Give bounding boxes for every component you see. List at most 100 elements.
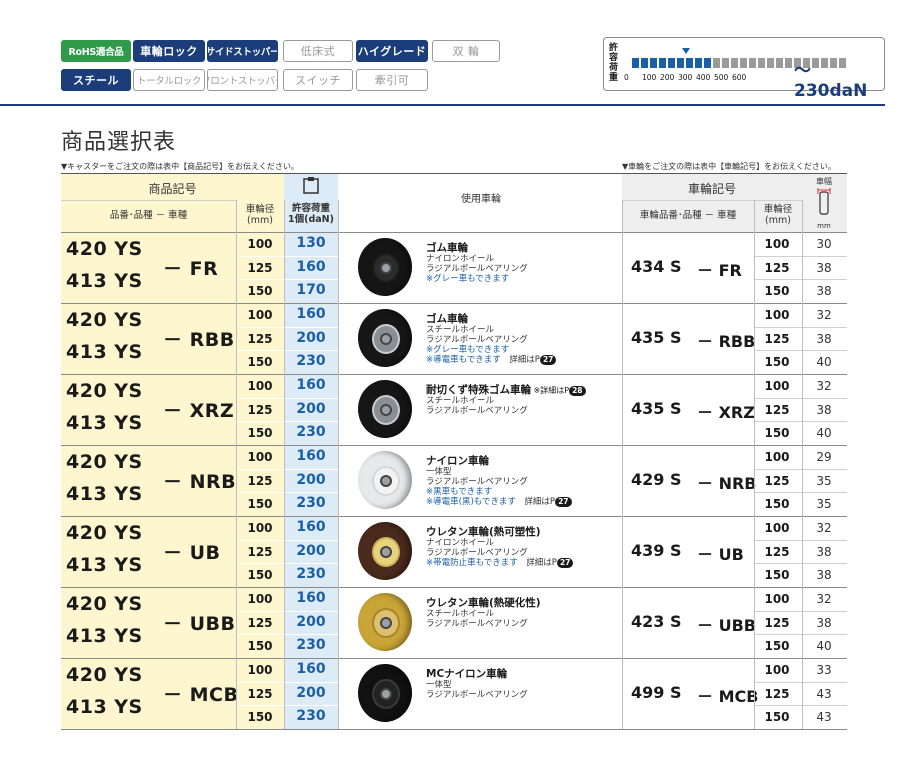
sub-rule-right	[754, 634, 847, 636]
wheel-width-value: 38	[816, 615, 832, 630]
wheel-width-value: 38	[816, 284, 832, 299]
load-value-cell: 230	[296, 637, 326, 654]
row-rule	[61, 587, 847, 588]
wheel-suffix: － UBB	[697, 616, 756, 635]
row-rule	[61, 374, 847, 375]
header-wheel-used: 使用車輪	[461, 194, 501, 205]
wheel-diameter-value: 100	[764, 663, 790, 677]
feature-tag: 牽引可	[356, 69, 428, 91]
wheel-desc-line: ラジアルボールベアリング	[426, 335, 528, 345]
model-code: 413 YS	[66, 412, 143, 434]
load-value-cell: 160	[296, 519, 326, 535]
load-scale-tick: 600	[732, 73, 747, 82]
model-suffix: － NRB	[163, 471, 237, 493]
wheel-diameter-value: 125	[764, 473, 790, 488]
wheel-width-value: 38	[816, 402, 832, 417]
wheel-width-value: 40	[816, 355, 832, 370]
wheel-suffix: － NRB	[697, 474, 757, 493]
page-ref-badge: 27	[555, 497, 572, 507]
wheel-desc-line: ラジアルボールベアリング	[426, 406, 528, 416]
load-scale-box: 許容荷重 0 100 200 300 400 500 600 ～230daN	[603, 37, 885, 101]
wheel-width-value: 35	[816, 473, 832, 488]
row-rule	[61, 445, 847, 446]
load-scale-tick: 300	[678, 73, 693, 82]
wheel-code: 435 S	[631, 328, 682, 347]
wheel-diameter-value: 125	[764, 686, 790, 701]
diameter-value: 150	[247, 284, 273, 299]
wheel-desc-line: スチールホイール	[426, 609, 495, 619]
wheel-suffix: － RBB	[697, 332, 756, 351]
load-value: ～230daN	[794, 61, 868, 101]
model-suffix: － FR	[163, 258, 219, 280]
page-ref-badge: 27	[556, 558, 574, 568]
wheel-option-note: ※グレー車もできます	[426, 274, 510, 284]
sub-rule-right	[754, 681, 847, 683]
load-scale-segment	[641, 58, 648, 68]
wheel-width-value: 43	[816, 686, 832, 701]
wheel-diameter-value: 100	[764, 592, 790, 606]
wheel-diameter-value: 150	[764, 568, 790, 583]
wheel-diameter-value: 125	[764, 402, 790, 417]
column-divider	[236, 200, 237, 729]
load-scale-segment	[677, 58, 684, 68]
model-code: 420 YS	[66, 380, 143, 402]
load-scale-segment	[776, 58, 783, 68]
sub-rule	[236, 705, 338, 707]
wheel-width-value: 40	[816, 426, 832, 441]
wheel-desc-line: スチールホイール	[426, 325, 495, 335]
wheel-bearing	[380, 333, 392, 345]
wheel-code: 435 S	[631, 399, 682, 418]
column-divider	[622, 200, 623, 729]
feature-tag: 車輪ロック	[133, 40, 205, 62]
header-width-unit: mm	[817, 222, 831, 230]
diameter-value: 100	[247, 592, 273, 606]
model-code: 413 YS	[66, 341, 143, 363]
wheel-suffix: － MCB	[697, 687, 759, 706]
sub-rule	[236, 492, 338, 494]
sub-rule	[236, 255, 338, 257]
wheel-width-value: 35	[816, 497, 832, 512]
wheel-diameter-value: 100	[764, 379, 790, 393]
load-value-cell: 200	[296, 613, 326, 630]
load-value-cell: 230	[296, 353, 326, 370]
sub-rule-right	[754, 610, 847, 612]
wheel-desc-line: ナイロンホイール	[426, 254, 495, 264]
load-value-cell: 230	[296, 424, 326, 441]
feature-tag: 双 輪	[432, 40, 500, 62]
sub-rule	[236, 279, 338, 281]
load-scale-segment	[722, 58, 729, 68]
wheel-diameter-value: 150	[764, 284, 790, 299]
wheel-name: ナイロン車輪	[426, 455, 489, 467]
load-scale-tick: 100	[642, 73, 657, 82]
load-value-cell: 200	[296, 684, 326, 701]
header-rule	[0, 104, 885, 106]
wheel-bearing	[380, 688, 392, 700]
model-suffix: － UBB	[163, 613, 236, 635]
wheel-width-value: 43	[816, 710, 832, 725]
load-value-cell: 160	[296, 661, 326, 677]
header-wheel-code: 車輪記号	[687, 182, 736, 196]
load-value-cell: 230	[296, 495, 326, 512]
wheel-bearing	[380, 475, 392, 487]
page-title: 商品選択表	[61, 130, 177, 155]
table-top-rule	[61, 173, 847, 174]
load-value-cell: 200	[296, 400, 326, 417]
model-suffix: － MCB	[163, 684, 239, 706]
feature-tag: 低床式	[283, 40, 353, 62]
diameter-value: 150	[247, 497, 273, 512]
wheel-width-value: 38	[816, 331, 832, 346]
wheel-width-icon	[817, 188, 831, 215]
load-scale-label: 許容荷重	[609, 43, 619, 83]
wheel-option-note: ※導電車もできます 詳細はP 27	[426, 355, 557, 365]
wheel-bearing	[380, 262, 392, 274]
wheel-diameter-value: 150	[764, 639, 790, 654]
wheel-name: ゴム車輪	[426, 313, 468, 325]
sub-rule-right	[754, 255, 847, 257]
feature-tag: スイッチ	[283, 69, 353, 91]
wheel-desc: 一体型 ラジアルボールベアリング	[426, 680, 528, 700]
load-value-cell: 200	[296, 542, 326, 559]
wheel-diameter-value: 100	[764, 308, 790, 322]
load-scale-segment	[785, 58, 792, 68]
diameter-value: 100	[247, 237, 273, 251]
diameter-value: 125	[247, 331, 273, 346]
